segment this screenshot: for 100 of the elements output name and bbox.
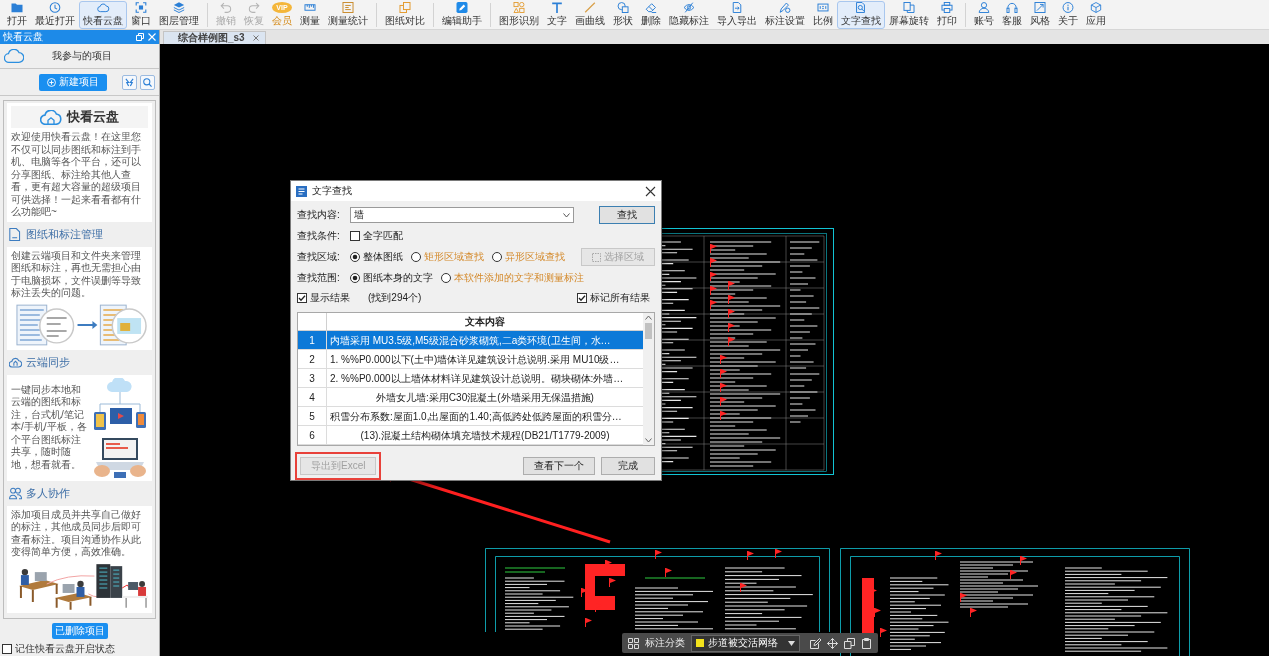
ruler-icon [302,1,318,13]
option-label: 矩形区域查找 [424,250,484,264]
toolbar-label: 标注分类 [645,636,685,650]
expand-icon [1032,1,1048,13]
toolbar-button[interactable]: 图形识别 [495,0,543,29]
toolbar-button[interactable]: 客服 [998,0,1026,29]
checkbox[interactable] [577,293,587,303]
table-row[interactable]: 6 (13).混凝土结构砌体填充墙技术规程(DB21/T1779-2009) [298,426,643,445]
option-label: 异形区域查找 [505,250,565,264]
table-row[interactable]: 4 外墙女儿墙:采用C30混凝土(外墙采用无保温措施) [298,388,643,407]
toolbar-button[interactable]: 编辑助手 [438,0,486,29]
column-header: 文本内容 [464,315,506,329]
option-label: 图纸本身的文字 [363,271,433,285]
clipboard-icon[interactable] [861,637,872,649]
toolbar-button[interactable]: 关于 [1054,0,1082,29]
find-button[interactable]: 查找 [599,206,655,224]
toolbar-button[interactable]: 测量 [296,0,324,29]
scrollbar[interactable] [643,313,654,445]
scroll-down-icon[interactable] [645,438,652,443]
app-icon [296,185,307,197]
headset-icon [1004,1,1020,13]
radio-button[interactable] [441,273,451,283]
document-icon [9,227,22,241]
category-dropdown[interactable]: 步道被交活网络 [691,634,800,652]
cloud-logo-icon [40,109,62,125]
toolbar-button[interactable]: 最近打开 [31,0,79,29]
done-button[interactable]: 完成 [601,457,655,475]
move-icon[interactable] [827,637,838,649]
radio-button[interactable] [411,252,421,262]
toolbar-button[interactable]: 窗口 [127,0,155,29]
checkbox[interactable] [2,644,12,654]
intro-title: 快看云盘 [67,108,119,126]
panel-heading: 我参与的项目 [50,49,113,63]
radio-button[interactable] [350,252,360,262]
table-row[interactable]: 1 内墙采用 MU3.5级,M5级混合砂浆砌筑,二a类环境(卫生间，水… [298,331,643,350]
sync-button[interactable] [122,74,137,90]
layers-icon [171,1,187,13]
scrollbar-thumb[interactable] [645,323,652,339]
pen-gear-icon [777,1,793,13]
toolbar-button[interactable]: 形状 [609,0,637,29]
toolbar-button[interactable]: 打开 [3,0,31,29]
table-row[interactable]: 3 2. %%P0.000以上墙体材料详见建筑设计总说明。砌块砌体:外墙… [298,369,643,388]
checkbox-label: 全字匹配 [363,229,403,243]
toolbar-button[interactable]: 快看云盘 [79,0,127,29]
field-label: 查找范围: [297,271,341,285]
edit-icon[interactable] [810,637,821,649]
copy-icon[interactable] [844,637,855,649]
toolbar-button[interactable]: 图纸对比 [381,0,429,29]
search-icon [143,77,152,87]
checkbox-label: 标记所有结果 [590,291,650,305]
scroll-up-icon[interactable] [645,315,652,320]
toolbar-button[interactable]: 应用 [1082,0,1110,29]
toolbar-button[interactable]: 画曲线 [571,0,609,29]
undo-icon [218,1,234,13]
checkbox[interactable] [350,231,360,241]
table-row[interactable]: 5 积雪分布系数:屋面1.0,出屋面的1.40;高低跨处低跨屋面的积雪分… [298,407,643,426]
toolbar-button[interactable]: 删除 [637,0,665,29]
grid-icon[interactable] [628,637,639,649]
caret-icon [563,212,570,218]
next-button[interactable]: 查看下一个 [523,457,595,475]
search-field[interactable]: 墙 [350,207,574,223]
document-tab[interactable]: 综合样例图_s3 [163,31,266,44]
radio-button[interactable] [492,252,502,262]
restore-icon[interactable] [136,33,144,41]
toolbar-button[interactable]: 打印 [933,0,961,29]
people-icon [9,486,22,500]
toolbar-button[interactable]: 账号 [970,0,998,29]
option-label: 本软件添加的文字和测量标注 [454,271,584,285]
redo-icon [246,1,262,13]
row-number: 1 [298,331,327,349]
toolbar-button[interactable]: 文字查找 [837,0,885,29]
toolbar-button[interactable]: 图层管理 [155,0,203,29]
section-text: 创建云端项目和文件夹来管理图纸和标注，再也无需担心由于电脑损坏，文件误删等导致标注丢失的问题。 [11,249,142,300]
toolbar-button[interactable]: 风格 [1026,0,1054,29]
report-icon [340,1,356,13]
checkbox-label: 记住快看云盘开启状态 [15,642,115,656]
toolbar-button[interactable]: 比例 [809,0,837,29]
field-label: 查找区域: [297,250,341,264]
search-button[interactable] [140,74,155,90]
clock-icon [47,1,63,13]
toolbar-button[interactable]: 隐藏标注 [665,0,713,29]
radio-button[interactable] [350,273,360,283]
checkbox[interactable] [297,293,307,303]
plus-circle-icon [47,77,56,87]
section-title: 多人协作 [26,485,70,501]
toolbar-button[interactable]: 测量统计 [324,0,372,29]
close-icon[interactable] [645,185,656,197]
toolbar-button[interactable]: 屏幕旋转 [885,0,933,29]
cloud-icon [95,1,111,13]
toolbar-button[interactable]: 文字 [543,0,571,29]
result-count: (找到294个) [368,291,422,305]
table-row[interactable]: 2 1. %%P0.000以下(土中)墙体详见建筑设计总说明.采用 MU10级… [298,350,643,369]
section-title: 图纸和标注管理 [26,226,103,242]
intro-text: 欢迎使用快看云盘！在这里您不仅可以同步图纸和标注到手机、电脑等各个平台，还可以分享图纸、标注给其他人查看，更有超大容量的超级项目可供选择！一起来看看都有什么功能吧~ [11,131,142,219]
cube-icon [1088,1,1104,13]
toolbar-button[interactable]: 导入导出 [713,0,761,29]
toolbar-button[interactable]: 标注设置 [761,0,809,29]
checkbox-label: 显示结果 [310,291,350,305]
field-label: 查找条件: [297,229,341,243]
table-cell-text: 2. %%P0.000以上墙体材料详见建筑设计总说明。砌块砌体:外墙… [329,371,625,386]
